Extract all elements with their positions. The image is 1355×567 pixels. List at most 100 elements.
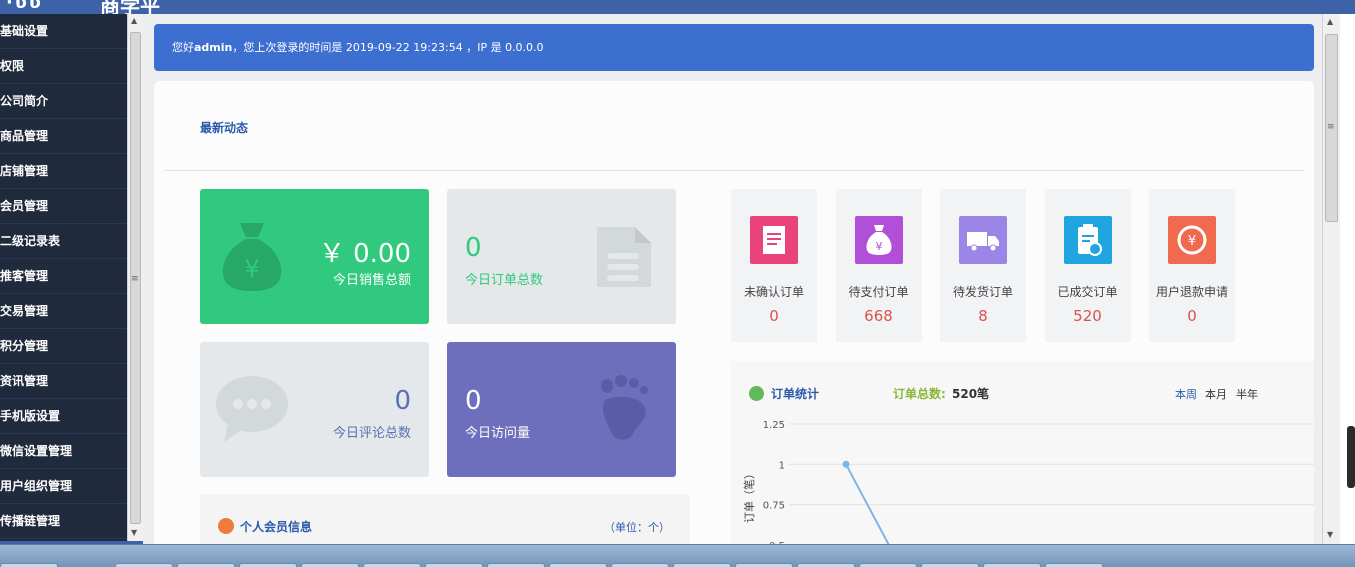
taskbar-button[interactable] [611, 563, 669, 567]
chart-icon [749, 386, 764, 401]
sidebar-item[interactable]: 会员管理 [0, 189, 127, 224]
sidebar-item[interactable]: 公司简介 [0, 84, 127, 119]
sidebar-item[interactable]: 权限 [0, 49, 127, 84]
stat-today-comments[interactable]: 0 今日评论总数 [200, 342, 429, 477]
order-status-tile[interactable]: 已成交订单 520 [1044, 189, 1131, 342]
app-title: 商学平 [100, 0, 160, 14]
sidebar-item[interactable]: 二级记录表 [0, 224, 127, 259]
svg-text:¥: ¥ [244, 255, 259, 283]
chart-total-label: 订单总数: [893, 387, 946, 401]
taskbar-button[interactable] [797, 563, 855, 567]
stat-today-orders[interactable]: 0 今日订单总数 [447, 189, 676, 324]
sidebar-item[interactable]: 店铺管理 [0, 154, 127, 189]
document-icon [597, 227, 651, 287]
member-info-unit: （单位：个） [604, 521, 670, 534]
order-status-label: 未确认订单 [743, 285, 804, 299]
scroll-up-arrow-icon[interactable]: ▲ [1327, 17, 1333, 26]
svg-text:¥: ¥ [875, 240, 882, 253]
order-status-count: 0 [1187, 307, 1197, 325]
order-status-count: 0 [769, 307, 779, 325]
order-status-tile[interactable]: 未确认订单 0 [731, 189, 817, 342]
taskbar [0, 544, 1355, 567]
order-status-tile[interactable]: ¥ 用户退款申请 0 [1149, 189, 1235, 342]
dashboard-panel: 最新动态 ¥ ￥ 0.00 今日销售总额 0 今日订单总数 0 今日评论总数 0… [154, 81, 1314, 544]
order-status-tile[interactable]: 待发货订单 8 [940, 189, 1026, 342]
order-status-tile[interactable]: ¥ 待支付订单 668 [835, 189, 922, 342]
orders-value: 0 [465, 233, 482, 263]
chat-bubble-icon [216, 376, 288, 442]
taskbar-button[interactable] [177, 563, 235, 567]
welcome-prefix: 您好 [172, 41, 194, 54]
order-status-label: 待发货订单 [952, 285, 1013, 299]
y-tick-label: 0.75 [763, 501, 785, 512]
taskbar-button[interactable] [983, 563, 1041, 567]
order-status-label: 用户退款申请 [1155, 285, 1228, 299]
footprint-icon [601, 375, 648, 440]
taskbar-button[interactable] [673, 563, 731, 567]
sidebar-item[interactable]: 手机版设置 [0, 399, 127, 434]
clipboard-check-icon [1063, 216, 1112, 264]
scroll-grip-icon: ≡ [131, 274, 139, 284]
y-tick-label: 1 [779, 460, 785, 471]
taskbar-button[interactable] [549, 563, 607, 567]
taskbar-button[interactable] [0, 563, 58, 567]
y-axis-label: 订单（笔） [742, 468, 756, 523]
main-content: 您好admin，您上次登录的时间是 2019-09-22 19:23:54 ，I… [143, 14, 1322, 544]
sidebar-item[interactable]: 基础设置 [0, 14, 127, 49]
taskbar-button[interactable] [859, 563, 917, 567]
tab-this-week[interactable]: 本周 [1175, 386, 1197, 402]
taskbar-button[interactable] [487, 563, 545, 567]
scroll-up-arrow-icon[interactable]: ▲ [131, 16, 137, 25]
refund-icon: ¥ [1168, 216, 1216, 264]
taskbar-button[interactable] [425, 563, 483, 567]
comments-value: 0 [394, 386, 411, 416]
data-point [842, 460, 850, 468]
chart-total-value: 520笔 [952, 387, 990, 401]
order-status-count: 8 [978, 307, 988, 325]
taskbar-button[interactable] [735, 563, 793, 567]
taskbar-button[interactable] [921, 563, 979, 567]
scroll-grip-icon: ≡ [1327, 122, 1335, 132]
document-icon [750, 216, 798, 264]
order-chart-box: 订单统计 订单总数: 520笔 本周 本月 半年 1.2510.750.5订单（… [731, 361, 1314, 544]
taskbar-button[interactable] [1045, 563, 1103, 567]
side-handle[interactable] [1347, 426, 1355, 488]
taskbar-button[interactable] [115, 563, 173, 567]
sales-value: ￥ 0.00 [318, 239, 411, 269]
stat-today-sales[interactable]: ¥ ￥ 0.00 今日销售总额 [200, 189, 429, 324]
taskbar-button[interactable] [301, 563, 359, 567]
right-edge [1340, 14, 1355, 544]
panel-title: 最新动态 [200, 121, 249, 135]
order-status-label: 已成交订单 [1057, 285, 1118, 299]
sidebar-item[interactable]: 用户组织管理 [0, 469, 127, 504]
taskbar-button[interactable] [239, 563, 297, 567]
sidebar-scrollbar[interactable]: ▲ ≡ ▼ [127, 14, 143, 544]
tab-half-year[interactable]: 半年 [1236, 386, 1258, 402]
sidebar-item[interactable]: 微信设置管理 [0, 434, 127, 469]
scroll-down-arrow-icon[interactable]: ▼ [1327, 530, 1333, 539]
sidebar-item[interactable]: 资讯管理 [0, 364, 127, 399]
taskbar-button[interactable] [363, 563, 421, 567]
sidebar-item[interactable]: 交易管理 [0, 294, 127, 329]
main-scrollbar[interactable]: ▲ ≡ ▼ [1322, 14, 1340, 544]
order-status-count: 668 [864, 307, 893, 325]
svg-text:¥: ¥ [1188, 234, 1196, 249]
orders-label: 今日订单总数 [465, 273, 544, 288]
scroll-down-arrow-icon[interactable]: ▼ [131, 528, 137, 537]
stat-today-visits[interactable]: 0 今日访问量 [447, 342, 676, 477]
member-icon [218, 518, 234, 534]
order-line-chart: 1.2510.750.5订单（笔） [742, 420, 1314, 544]
order-status-label: 待支付订单 [848, 285, 909, 299]
sidebar-item[interactable]: 商品管理 [0, 119, 127, 154]
chart-title: 订单统计 [771, 387, 820, 401]
visits-value: 0 [465, 386, 482, 416]
sidebar-item[interactable]: 传播链管理 [0, 504, 127, 539]
visits-label: 今日访问量 [465, 426, 531, 441]
panel-divider [164, 170, 1304, 171]
member-info-title: 个人会员信息 [240, 520, 313, 534]
tab-this-month[interactable]: 本月 [1205, 386, 1227, 402]
money-bag-icon: ¥ [854, 216, 903, 264]
sidebar-item[interactable]: 积分管理 [0, 329, 127, 364]
comments-label: 今日评论总数 [332, 426, 411, 441]
sidebar-item[interactable]: 推客管理 [0, 259, 127, 294]
